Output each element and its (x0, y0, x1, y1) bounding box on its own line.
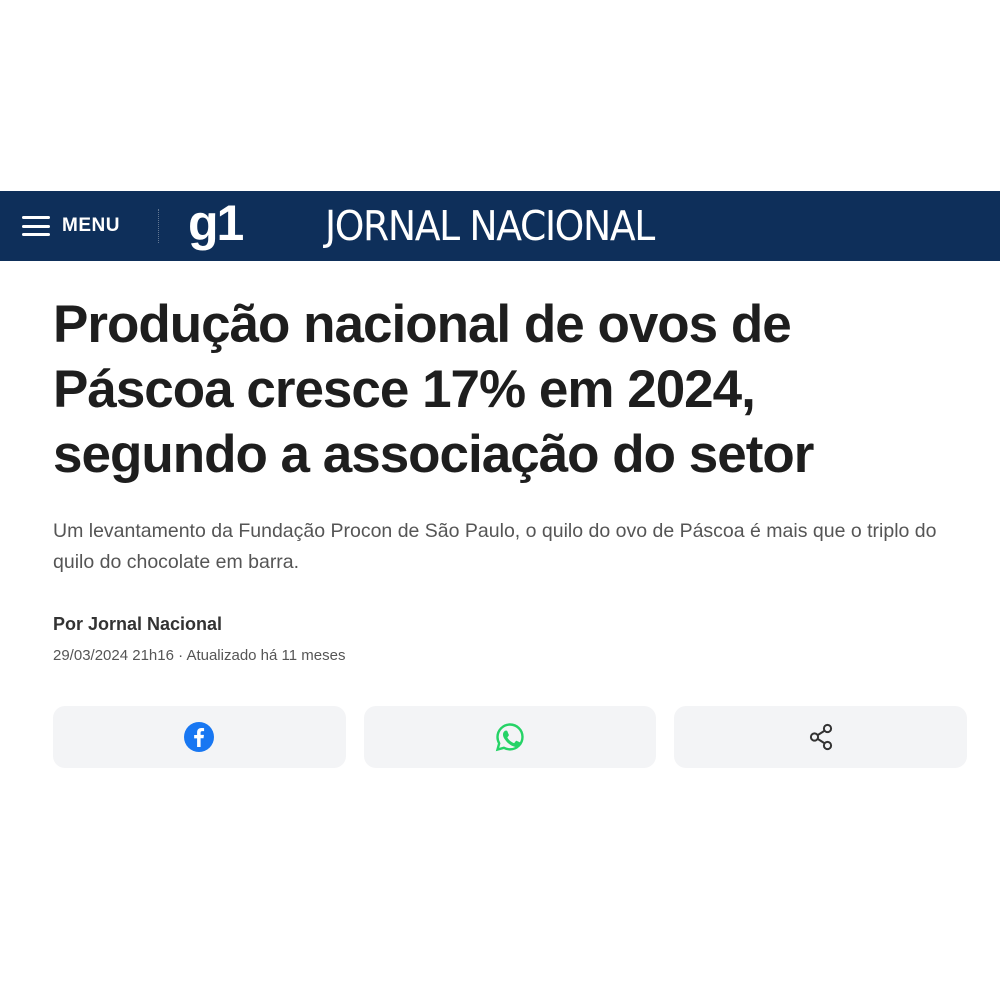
facebook-icon (183, 721, 215, 753)
article-dateline: 29/03/2024 21h16 · Atualizado há 11 mese… (53, 647, 346, 664)
article-page: MENU g1 JORNAL NACIONAL Produção naciona… (0, 0, 1000, 1000)
section-title[interactable]: JORNAL NACIONAL (325, 191, 655, 261)
hamburger-icon (22, 216, 50, 236)
article-subtitle: Um levantamento da Fundação Procon de Sã… (53, 520, 937, 573)
top-navigation-bar: MENU g1 JORNAL NACIONAL (0, 191, 1000, 261)
article-byline[interactable]: Por Jornal Nacional (53, 612, 222, 636)
menu-button[interactable]: MENU (22, 191, 120, 261)
share-bar (53, 706, 968, 768)
g1-logo[interactable]: g1 (188, 191, 244, 261)
header-divider (158, 209, 160, 243)
share-icon (805, 721, 837, 753)
share-button[interactable] (674, 706, 968, 768)
facebook-share-button[interactable] (53, 706, 346, 768)
whatsapp-share-button[interactable] (363, 706, 657, 768)
whatsapp-icon (494, 721, 526, 753)
menu-label: MENU (62, 215, 120, 236)
article-headline: Produção nacional de ovos de Páscoa cres… (53, 295, 814, 484)
